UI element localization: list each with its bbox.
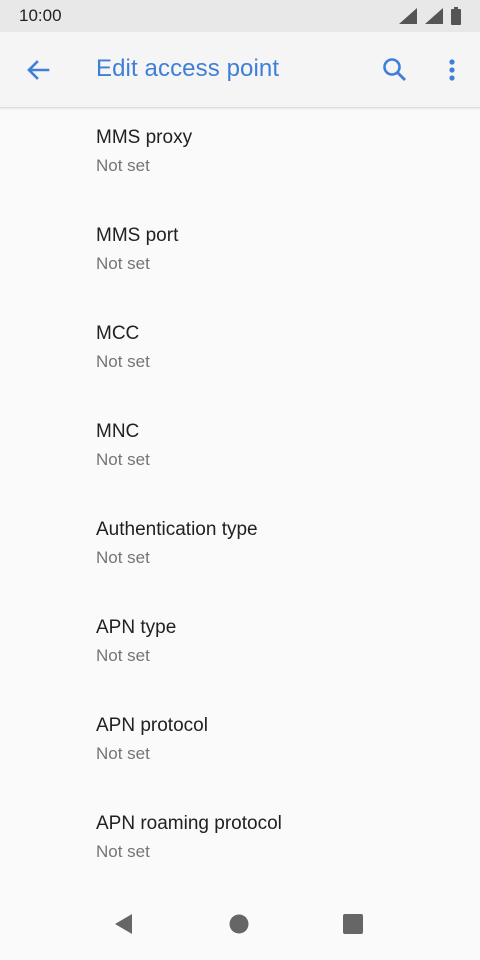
page-title: Edit access point xyxy=(96,55,280,82)
setting-value: Not set xyxy=(96,156,150,175)
setting-item[interactable]: MNC Not set xyxy=(0,402,480,500)
status-icons xyxy=(398,7,462,25)
setting-item[interactable]: Authentication type Not set xyxy=(0,500,480,598)
arrow-back-icon[interactable] xyxy=(22,54,54,86)
settings-list: MMS proxy Not set MMS port Not set MCC Not se… xyxy=(0,108,480,892)
app-bar: Edit access point xyxy=(0,32,480,108)
setting-label: APN roaming protocol xyxy=(96,813,282,834)
status-bar: 10:00 xyxy=(0,0,480,32)
setting-label: APN protocol xyxy=(96,715,208,736)
setting-label: Authentication type xyxy=(96,519,258,540)
home-circle-icon[interactable] xyxy=(225,910,253,938)
battery-icon xyxy=(451,7,461,25)
setting-label: MNC xyxy=(96,421,140,442)
setting-value: Not set xyxy=(96,646,150,665)
setting-label: APN type xyxy=(96,617,177,638)
setting-item[interactable]: MMS proxy Not set xyxy=(0,108,480,206)
signal-icon xyxy=(425,8,443,24)
setting-item[interactable]: APN type Not set xyxy=(0,598,480,696)
navigation-bar xyxy=(0,888,480,960)
more-vert-icon[interactable] xyxy=(436,54,468,86)
back-triangle-icon[interactable] xyxy=(110,910,138,938)
setting-value: Not set xyxy=(96,548,150,567)
setting-label: MMS proxy xyxy=(96,127,193,148)
setting-item[interactable]: APN roaming protocol Not set xyxy=(0,794,480,892)
setting-value: Not set xyxy=(96,842,150,861)
setting-label: MCC xyxy=(96,323,140,344)
setting-item[interactable]: APN protocol Not set xyxy=(0,696,480,794)
recents-square-icon[interactable] xyxy=(339,910,367,938)
setting-value: Not set xyxy=(96,450,150,469)
signal-icon xyxy=(399,8,417,24)
setting-value: Not set xyxy=(96,352,150,371)
status-time: 10:00 xyxy=(19,6,62,25)
setting-label: MMS port xyxy=(96,225,179,246)
setting-item[interactable]: MCC Not set xyxy=(0,304,480,402)
setting-value: Not set xyxy=(96,254,150,273)
search-icon[interactable] xyxy=(379,54,411,86)
setting-item[interactable]: MMS port Not set xyxy=(0,206,480,304)
setting-value: Not set xyxy=(96,744,150,763)
